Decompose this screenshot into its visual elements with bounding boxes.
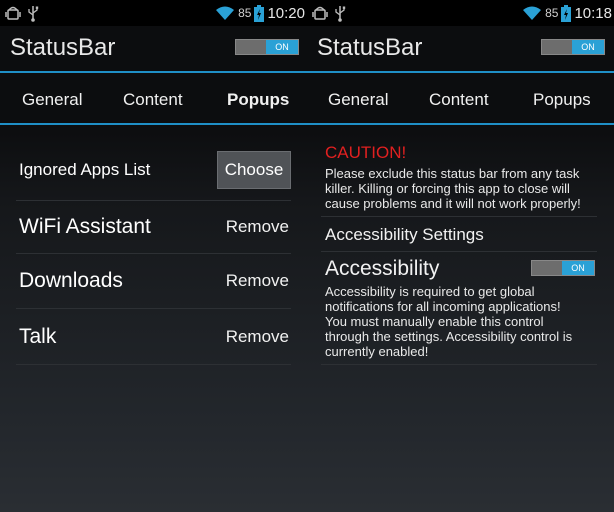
app-name: Downloads <box>19 269 123 292</box>
description-line: notifications for all incoming applicati… <box>325 299 561 314</box>
caution-text: Please exclude this status bar from any … <box>325 166 581 211</box>
divider <box>321 364 597 365</box>
app-title: StatusBar <box>317 34 423 61</box>
battery-charging-icon <box>254 4 265 22</box>
tab-popups[interactable]: Popups <box>533 90 591 110</box>
android-debug-icon <box>4 4 22 22</box>
wifi-icon <box>215 5 235 21</box>
list-item: WiFi Assistant Remove <box>16 201 291 254</box>
tab-bar: General Content Popups <box>307 73 614 124</box>
wifi-icon <box>522 5 542 21</box>
ignored-apps-row: Ignored Apps List Choose <box>16 140 291 201</box>
toggle-label: ON <box>562 261 594 275</box>
tab-bar-divider <box>0 123 307 125</box>
caution-line: Please exclude this status bar from any … <box>325 166 580 181</box>
tab-general[interactable]: General <box>328 90 388 110</box>
accessibility-title: Accessibility <box>325 257 440 280</box>
action-bar: StatusBar ON <box>0 26 307 70</box>
action-bar: StatusBar ON <box>307 26 614 70</box>
list-item: Talk Remove <box>16 309 291 365</box>
status-bar: 85 10:20 <box>0 0 307 26</box>
screen: 85 10:20 StatusBar ON General Content Po… <box>0 0 614 512</box>
android-debug-icon <box>311 4 329 22</box>
battery-percent: 85 <box>545 6 559 20</box>
remove-button[interactable]: Remove <box>226 271 291 291</box>
app-title: StatusBar <box>10 34 116 61</box>
usb-icon <box>26 4 40 22</box>
toggle-label: ON <box>572 40 604 54</box>
tab-content[interactable]: Content <box>429 90 489 110</box>
remove-button[interactable]: Remove <box>226 327 291 347</box>
tab-popups[interactable]: Popups <box>227 90 289 110</box>
tab-bar-divider <box>307 123 614 125</box>
usb-icon <box>333 4 347 22</box>
description-line: through the settings. Accessibility cont… <box>325 329 573 344</box>
ignored-apps-label: Ignored Apps List <box>19 160 151 179</box>
toggle-label: ON <box>266 40 298 54</box>
status-bar: 85 10:18 <box>307 0 614 26</box>
battery-percent: 85 <box>238 6 252 20</box>
remove-button[interactable]: Remove <box>226 217 291 237</box>
tab-general[interactable]: General <box>22 90 82 110</box>
tab-bar: General Content Popups <box>0 73 307 124</box>
left-screen: 85 10:20 StatusBar ON General Content Po… <box>0 0 307 512</box>
right-screen: 85 10:18 StatusBar ON General Content Po… <box>307 0 614 512</box>
tab-content[interactable]: Content <box>123 90 183 110</box>
app-name: Talk <box>19 324 57 348</box>
clock: 10:20 <box>267 4 305 22</box>
master-toggle[interactable]: ON <box>541 39 605 55</box>
accessibility-toggle[interactable]: ON <box>531 260 595 276</box>
accessibility-description: Accessibility is required to get global … <box>325 284 572 359</box>
caution-title: CAUTION! <box>325 143 407 162</box>
battery-charging-icon <box>561 4 572 22</box>
divider <box>321 251 597 252</box>
master-toggle[interactable]: ON <box>235 39 299 55</box>
clock: 10:18 <box>574 4 612 22</box>
divider <box>321 216 597 217</box>
app-name: WiFi Assistant <box>19 215 151 238</box>
description-line: currently enabled! <box>325 344 429 359</box>
description-line: You must manually enable this control <box>325 314 544 329</box>
list-item: Downloads Remove <box>16 254 291 309</box>
choose-button[interactable]: Choose <box>217 151 291 189</box>
description-line: Accessibility is required to get global <box>325 284 535 299</box>
caution-line: cause problems and it will not work prop… <box>325 196 581 211</box>
accessibility-settings-header: Accessibility Settings <box>325 225 484 244</box>
caution-line: killer. Killing or forcing this app to c… <box>325 181 570 196</box>
